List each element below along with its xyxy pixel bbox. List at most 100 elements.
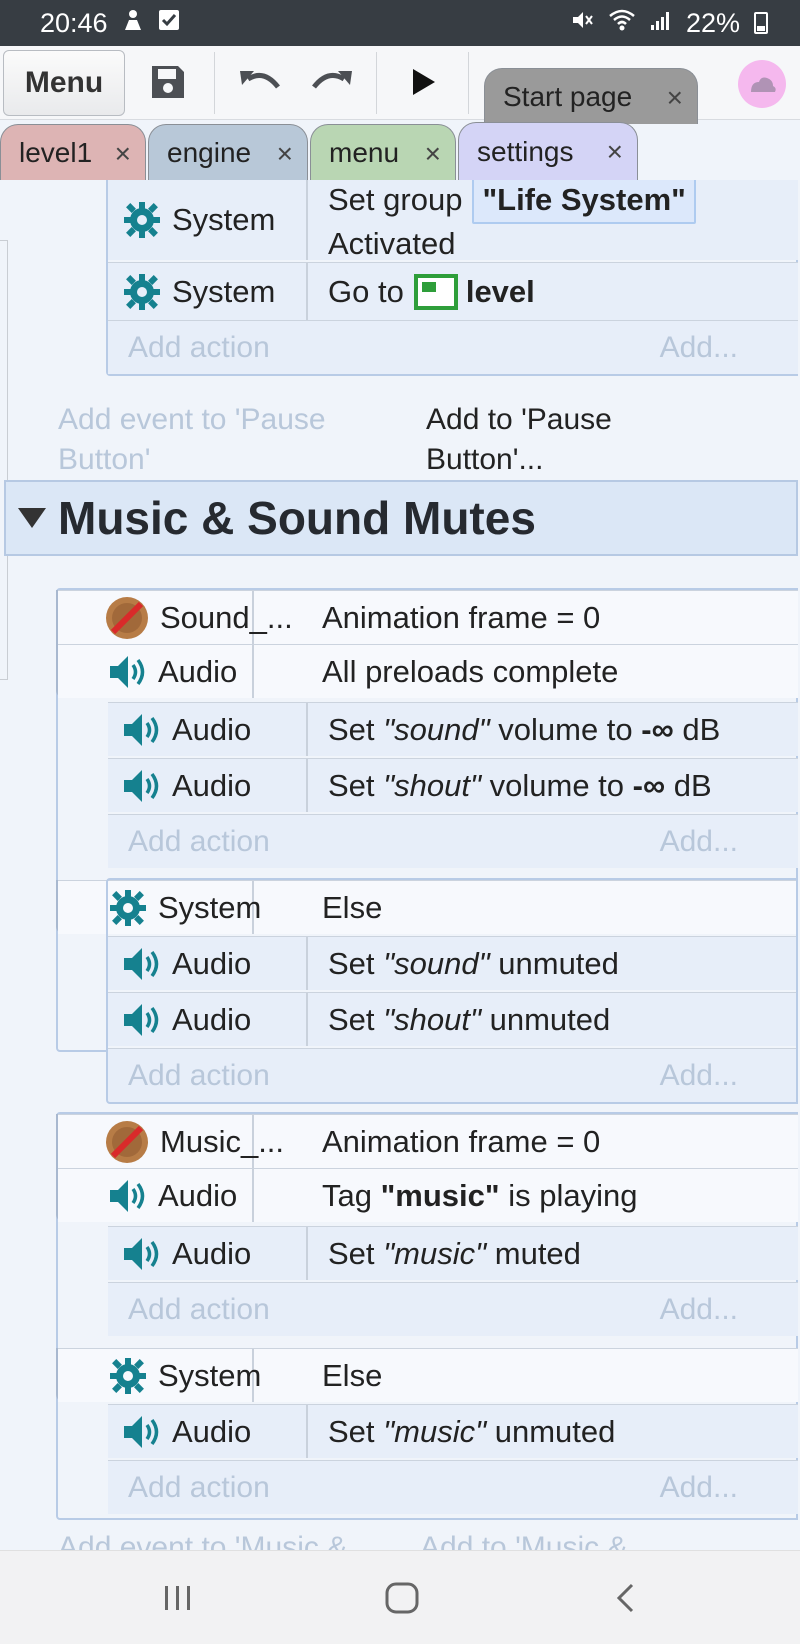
action-text: Set "music" unmuted: [312, 1405, 615, 1458]
back-icon[interactable]: [596, 1575, 656, 1621]
condition-row[interactable]: System Else: [58, 1348, 798, 1402]
play-icon[interactable]: [404, 60, 444, 104]
condition-text: All preloads complete: [322, 653, 619, 689]
home-icon[interactable]: [372, 1575, 432, 1621]
object-name: Audio: [158, 653, 238, 689]
action-value: -∞: [632, 767, 666, 803]
add-event-link[interactable]: Add event to 'Music & ...: [58, 1528, 381, 1550]
action-object: Audio: [108, 759, 308, 812]
object-name: Music_...: [160, 1123, 285, 1159]
audio-icon: [122, 1234, 162, 1274]
tab-level1[interactable]: level1 ×: [0, 124, 146, 180]
action-text-b: Activated: [328, 225, 456, 261]
add-action-row[interactable]: Add action Add...: [108, 1460, 798, 1514]
condition-text: Else: [322, 1357, 383, 1393]
undo-icon[interactable]: [236, 60, 286, 104]
action-object: System: [108, 263, 308, 320]
add-action-link[interactable]: Add action: [128, 825, 270, 859]
action-post: unmuted: [494, 1413, 616, 1449]
action-line: Set group "Life System": [328, 180, 696, 224]
action-unit: dB: [673, 767, 712, 803]
add-to-link[interactable]: Add to 'Music & ...: [420, 1528, 661, 1550]
action-object: Audio: [108, 1405, 308, 1458]
add-to-link[interactable]: Add to 'Pause Button'...: [426, 400, 686, 480]
tab-settings[interactable]: settings ×: [458, 122, 638, 180]
condition-object: Audio: [104, 1169, 254, 1222]
action-pre: Set: [328, 767, 375, 803]
action-text-a: Go to: [328, 273, 404, 309]
action-value: -∞: [641, 711, 674, 747]
tab-start-page[interactable]: Start page ×: [484, 68, 698, 124]
action-pre: Set: [328, 711, 375, 747]
object-name: System: [172, 273, 276, 309]
gear-icon: [108, 1356, 148, 1396]
action-text: Set "music" muted: [312, 1227, 581, 1280]
add-action-row[interactable]: Add action Add...: [108, 814, 798, 868]
object-name: Audio: [172, 1235, 252, 1271]
condition-text: Animation frame = 0: [322, 599, 601, 635]
action-text: Set "sound" volume to -∞ dB: [312, 703, 720, 756]
menu-button[interactable]: Menu: [3, 50, 125, 116]
gear-icon: [122, 200, 162, 240]
action-mid: volume to: [489, 767, 625, 803]
add-action-link[interactable]: Add action: [128, 1293, 270, 1327]
group-header[interactable]: Music & Sound Mutes: [4, 480, 798, 556]
condition-row[interactable]: Audio Tag "music" is playing: [58, 1168, 798, 1222]
toolbar-divider: [214, 52, 215, 114]
condition-row[interactable]: Sound_... Animation frame = 0: [58, 590, 798, 644]
add-more-link[interactable]: Add...: [660, 1471, 738, 1505]
muted-sprite-icon: [104, 1119, 150, 1165]
close-icon[interactable]: ×: [667, 82, 683, 114]
add-more-link[interactable]: Add...: [660, 331, 738, 365]
audio-icon: [122, 766, 162, 806]
object-name: Sound_...: [160, 599, 293, 635]
action-row[interactable]: System Set group "Life System" Activated: [108, 180, 798, 261]
status-time: 20:46: [40, 7, 108, 38]
add-action-link[interactable]: Add action: [128, 331, 270, 365]
collapse-triangle-icon[interactable]: [18, 508, 46, 528]
add-action-link[interactable]: Add action: [128, 1471, 270, 1505]
add-event-link[interactable]: Add event to 'Pause Button': [58, 400, 378, 480]
action-row[interactable]: Audio Set "music" unmuted: [108, 1404, 798, 1458]
action-text: Set group "Life System" Activated: [312, 180, 696, 261]
redo-icon[interactable]: [306, 60, 356, 104]
mute-icon: [570, 8, 594, 39]
condition-object: Music_...: [104, 1115, 284, 1168]
condition-row[interactable]: Audio All preloads complete: [58, 644, 798, 698]
notification-icon: [122, 8, 144, 39]
action-tag: "shout": [383, 767, 481, 803]
status-bar: 20:46 22%: [0, 0, 800, 46]
event-sheet[interactable]: System Set group "Life System" Activated…: [0, 180, 800, 1550]
object-name: Audio: [172, 767, 252, 803]
action-text: Go to level: [312, 263, 535, 320]
audio-icon: [122, 1412, 162, 1452]
check-icon: [158, 9, 180, 38]
action-row[interactable]: Audio Set "music" muted: [108, 1226, 798, 1280]
action-text-a: Set group: [328, 181, 463, 217]
add-action-row[interactable]: Add action Add...: [108, 1282, 798, 1336]
object-name: Audio: [158, 1177, 238, 1213]
close-icon[interactable]: ×: [115, 138, 131, 170]
add-action-row[interactable]: Add action Add...: [108, 320, 798, 374]
save-icon[interactable]: [146, 60, 190, 104]
status-left: 20:46: [40, 8, 180, 39]
close-icon[interactable]: ×: [277, 138, 293, 170]
action-row[interactable]: Audio Set "shout" volume to -∞ dB: [108, 758, 798, 812]
add-more-link[interactable]: Add...: [660, 1293, 738, 1327]
add-more-link[interactable]: Add...: [660, 825, 738, 859]
recents-icon[interactable]: [148, 1575, 208, 1621]
avatar[interactable]: [738, 60, 786, 108]
close-icon[interactable]: ×: [607, 136, 623, 168]
action-row[interactable]: Audio Set "sound" volume to -∞ dB: [108, 702, 798, 756]
tab-menu[interactable]: menu ×: [310, 124, 456, 180]
tab-label: engine: [167, 136, 252, 168]
action-tag: "sound": [383, 711, 490, 747]
condition-row[interactable]: Music_... Animation frame = 0: [58, 1114, 798, 1168]
signal-icon: [650, 9, 672, 38]
event-box: [106, 878, 798, 1104]
tab-engine[interactable]: engine ×: [148, 124, 308, 180]
tab-label: menu: [329, 136, 400, 168]
close-icon[interactable]: ×: [425, 138, 441, 170]
action-unit: dB: [682, 711, 721, 747]
action-row[interactable]: System Go to level: [108, 262, 798, 320]
